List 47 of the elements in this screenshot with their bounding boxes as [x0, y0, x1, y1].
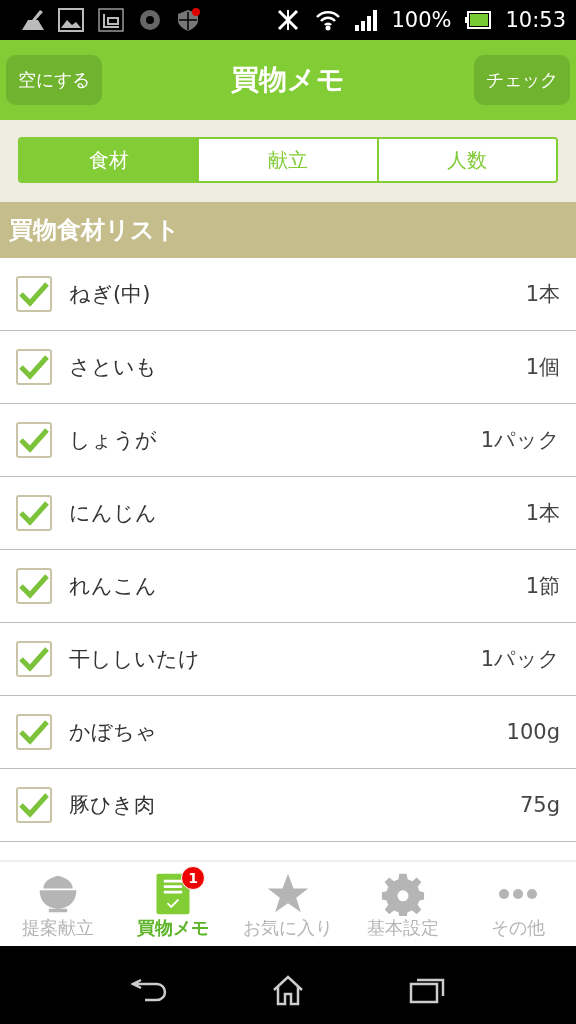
clock: 10:53 — [505, 8, 566, 32]
checkbox[interactable] — [16, 641, 52, 677]
battery-percent: 100% — [391, 8, 452, 32]
item-name: 干ししいたけ — [69, 646, 201, 673]
item-name: しょうが — [69, 427, 158, 454]
item-name: かぼちゃ — [69, 719, 158, 746]
signal-icon — [355, 9, 378, 31]
tab[interactable]: 献立 — [197, 139, 377, 181]
nav-tab[interactable]: 買物メモ 1 — [115, 862, 231, 946]
checkbox[interactable] — [16, 349, 52, 385]
check-button[interactable]: チェック — [474, 55, 570, 105]
item-amount: 1本 — [525, 281, 560, 308]
item-amount: 1節 — [525, 573, 560, 600]
checkbox[interactable] — [16, 276, 52, 312]
item-amount: 1パック — [480, 646, 560, 673]
checkbox[interactable] — [16, 787, 52, 823]
item-name: ねぎ(中) — [69, 281, 152, 308]
section-header: 買物食材リスト — [0, 202, 576, 258]
item-name: にんじん — [69, 500, 158, 527]
checkbox[interactable] — [16, 495, 52, 531]
screen-title: 買物メモ — [231, 62, 345, 98]
notification-badge: 1 — [181, 866, 206, 890]
shield-icon — [176, 8, 202, 32]
checkbox[interactable] — [16, 568, 52, 604]
nav-tab[interactable]: 提案献立 — [0, 862, 116, 946]
tab[interactable]: 人数 — [376, 139, 556, 181]
item-amount: 1本 — [525, 500, 560, 527]
aperture-icon — [138, 8, 162, 32]
checkbox[interactable] — [16, 422, 52, 458]
nav-tab[interactable]: お気に入り — [230, 862, 346, 946]
item-amount: 75g — [519, 793, 560, 817]
tab[interactable]: 食材 — [20, 139, 198, 181]
item-amount: 100g — [506, 720, 560, 744]
image-icon — [58, 8, 84, 32]
item-name: れんこん — [69, 573, 158, 600]
gear-icon — [381, 872, 426, 916]
nav-tab[interactable]: その他 — [460, 862, 576, 946]
tray-icon — [98, 8, 124, 32]
battery-icon — [465, 10, 492, 30]
checkbox[interactable] — [16, 714, 52, 750]
nav-tab[interactable]: 基本設定 — [345, 862, 461, 946]
clear-button[interactable]: 空にする — [6, 55, 102, 105]
item-name: さといも — [69, 354, 158, 381]
item-amount: 1個 — [525, 354, 560, 381]
wifi-icon — [315, 8, 342, 32]
item-name: 豚ひき肉 — [69, 792, 156, 819]
item-amount: 1パック — [480, 427, 560, 454]
